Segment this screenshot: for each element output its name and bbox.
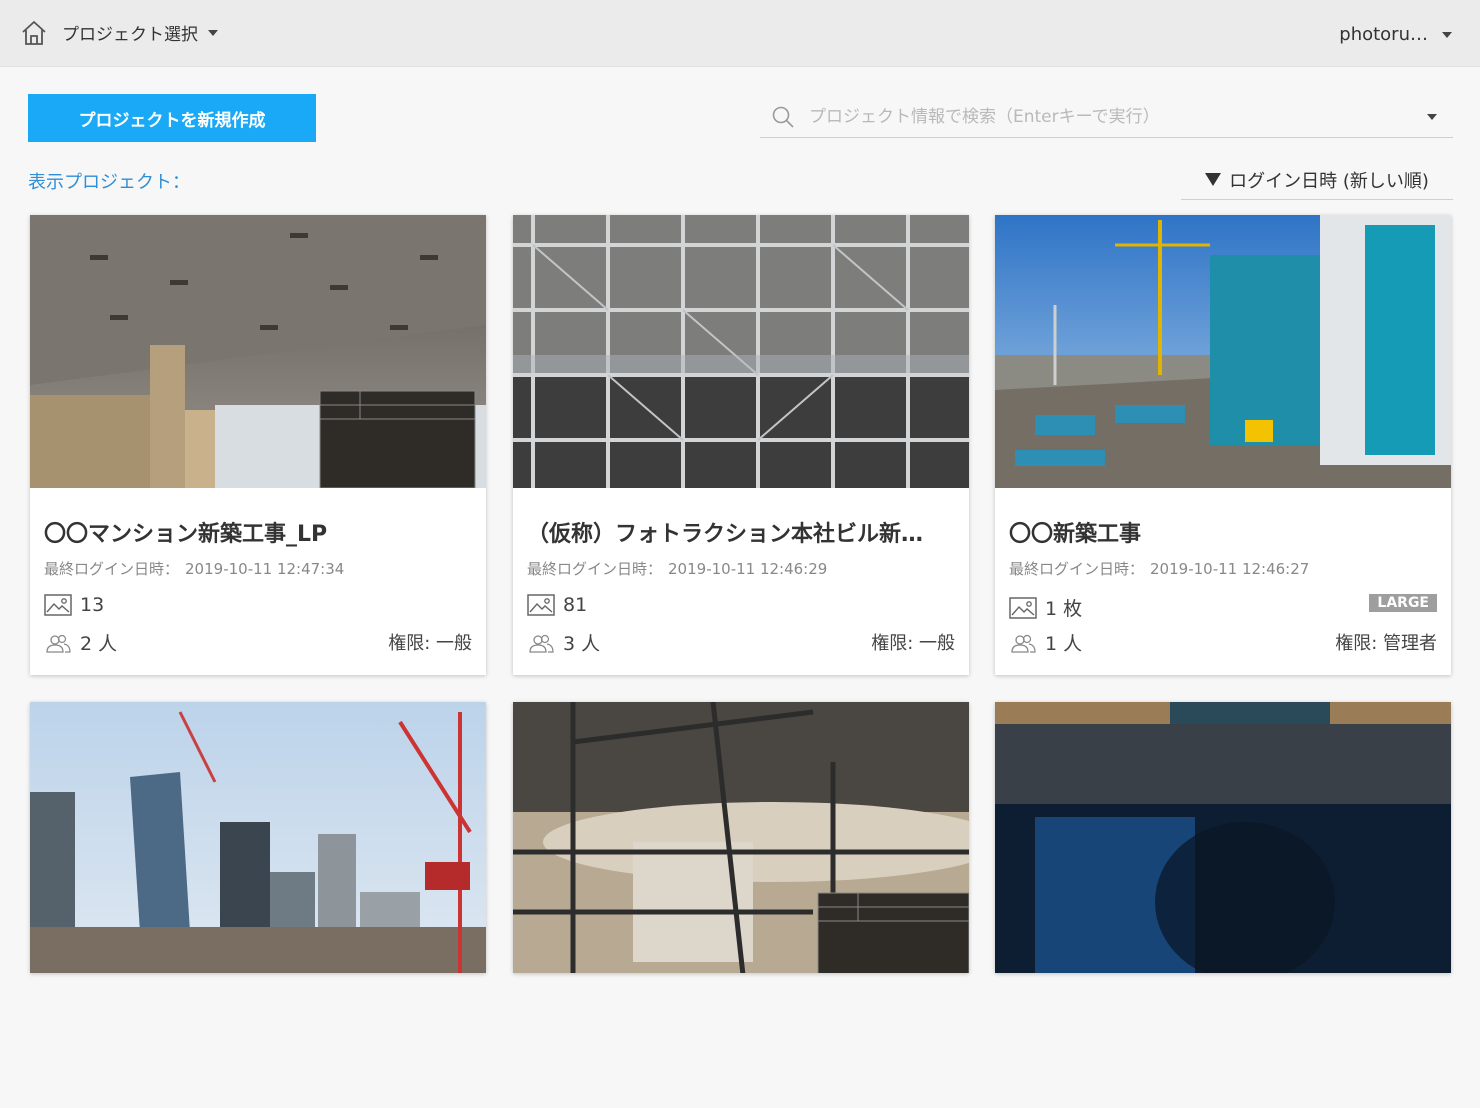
project-title: （仮称）フォトラクション本社ビル新…	[527, 522, 924, 547]
permission: 権限: 一般	[871, 633, 955, 654]
users-icon	[46, 634, 71, 653]
home-icon[interactable]	[20, 19, 48, 47]
search-icon	[772, 106, 794, 128]
users-icon	[529, 634, 554, 653]
photo-count-value: 1 枚	[1045, 598, 1083, 620]
image-icon	[44, 594, 72, 616]
last-login-value: 2019-10-11 12:46:27	[1150, 560, 1310, 578]
project-select-dropdown[interactable]: プロジェクト選択	[62, 20, 218, 45]
display-projects-label: 表示プロジェクト：	[28, 172, 190, 193]
chevron-down-icon[interactable]	[1427, 113, 1437, 120]
member-count-value: 1 人	[1045, 633, 1083, 655]
photo-count: 1 枚	[1009, 594, 1082, 621]
plan-badge: LARGE	[1369, 594, 1437, 612]
search-input[interactable]	[809, 106, 1417, 127]
project-card[interactable]: 〇〇マンション新築工事_LP 最終ログイン日時： 2019-10-11 12:47…	[30, 215, 486, 675]
last-login-value: 2019-10-11 12:47:34	[185, 560, 345, 578]
project-card[interactable]	[995, 702, 1451, 973]
permission: 権限: 一般	[388, 633, 472, 654]
project-thumbnail	[30, 702, 486, 973]
project-card[interactable]: 〇〇新築工事 最終ログイン日時： 2019-10-11 12:46:27 1 枚 …	[995, 215, 1451, 675]
last-login-label: 最終ログイン日時：	[1009, 560, 1145, 578]
project-thumbnail	[995, 702, 1451, 973]
project-thumbnail	[513, 215, 969, 488]
project-thumbnail	[30, 215, 486, 488]
image-icon	[527, 594, 555, 616]
last-login-value: 2019-10-11 12:46:29	[668, 560, 828, 578]
user-name: photoru…	[1339, 24, 1428, 45]
photo-count: 13	[44, 594, 104, 616]
photo-count: 81	[527, 594, 587, 616]
project-title: 〇〇マンション新築工事_LP	[44, 522, 328, 547]
member-count: 2 人	[44, 629, 117, 656]
sort-dropdown[interactable]: ログイン日時 (新しい順)	[1181, 160, 1453, 200]
users-icon	[1011, 634, 1036, 653]
last-login-label: 最終ログイン日時：	[44, 560, 180, 578]
new-project-button[interactable]: プロジェクトを新規作成	[28, 94, 316, 142]
chevron-down-icon	[208, 29, 218, 36]
member-count: 1 人	[1009, 629, 1082, 656]
project-thumbnail	[995, 215, 1451, 488]
last-login-label: 最終ログイン日時：	[527, 560, 663, 578]
photo-count-value: 81	[563, 594, 588, 616]
last-login: 最終ログイン日時： 2019-10-11 12:47:34	[44, 558, 344, 579]
top-bar: プロジェクト選択 photoru…	[0, 0, 1480, 67]
project-select-label: プロジェクト選択	[62, 25, 198, 45]
sort-triangle-icon	[1205, 173, 1222, 186]
chevron-down-icon	[1442, 31, 1452, 38]
last-login: 最終ログイン日時： 2019-10-11 12:46:29	[527, 558, 827, 579]
image-icon	[1009, 596, 1037, 619]
member-count: 3 人	[527, 629, 600, 656]
project-search	[760, 96, 1453, 138]
project-card[interactable]: （仮称）フォトラクション本社ビル新… 最終ログイン日時： 2019-10-11 1…	[513, 215, 969, 675]
permission: 権限: 管理者	[1335, 633, 1437, 654]
member-count-value: 2 人	[80, 633, 118, 655]
last-login: 最終ログイン日時： 2019-10-11 12:46:27	[1009, 558, 1309, 579]
photo-count-value: 13	[80, 594, 105, 616]
member-count-value: 3 人	[563, 633, 601, 655]
project-card[interactable]	[513, 702, 969, 973]
user-menu[interactable]: photoru…	[1339, 24, 1452, 45]
project-card[interactable]	[30, 702, 486, 973]
project-title: 〇〇新築工事	[1009, 522, 1142, 547]
project-thumbnail	[513, 702, 969, 973]
sort-label: ログイン日時 (新しい順)	[1229, 170, 1429, 192]
